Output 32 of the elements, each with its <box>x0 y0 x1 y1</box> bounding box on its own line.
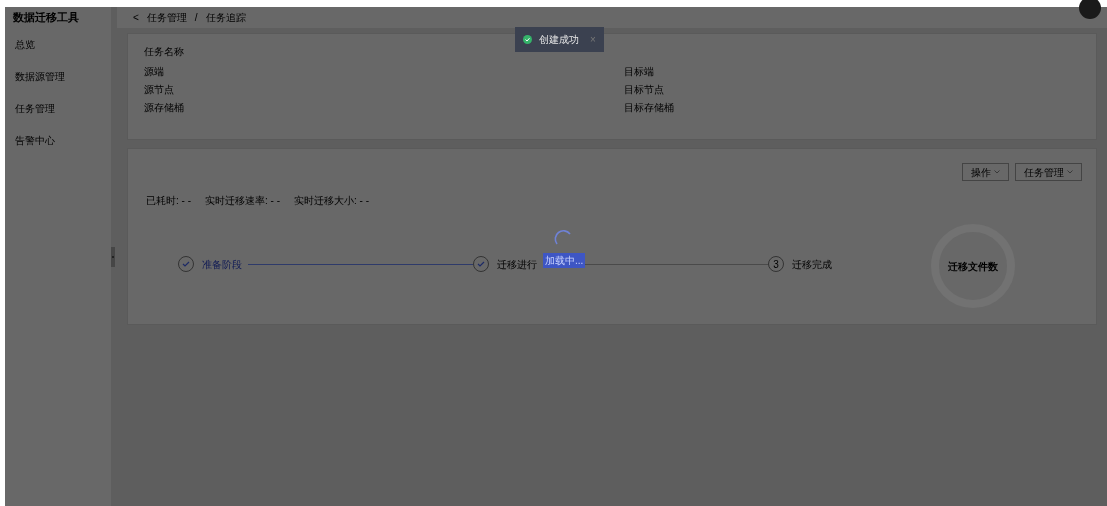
breadcrumb-separator: / <box>194 11 198 25</box>
toast-message: 创建成功 <box>539 33 579 47</box>
stat-text: 实时迁移速率: - - <box>205 194 280 208</box>
sidebar-item[interactable]: 任务管理 <box>5 92 111 124</box>
dropdown-button[interactable]: 操作 <box>962 163 1009 181</box>
field-label: 目标节点 <box>624 83 665 97</box>
field-label: 源节点 <box>144 83 175 97</box>
sidebar-item[interactable]: 数据源管理 <box>5 60 111 92</box>
stat-text: 实时迁移大小: - - <box>294 194 369 208</box>
step-label: 准备阶段 <box>202 257 242 272</box>
step-label: 迁移完成 <box>792 257 832 272</box>
field-label: 源端 <box>144 65 165 79</box>
dropdown-button[interactable]: 任务管理 <box>1015 163 1082 181</box>
donut-label: 迁移文件数 <box>948 259 998 274</box>
loading-text: 加载中... <box>543 253 586 268</box>
close-button[interactable]: × <box>590 32 596 47</box>
chevron-down-icon <box>1067 170 1073 174</box>
field-label: 任务名称 <box>144 45 185 59</box>
chevron-down-icon <box>994 170 1000 174</box>
step-label: 迁移进行 <box>497 257 537 272</box>
field-label: 源存储桶 <box>144 101 185 115</box>
field-label: 目标端 <box>624 65 655 79</box>
sidebar-item[interactable]: 总览 <box>5 28 111 60</box>
breadcrumb-item[interactable]: 任务管理 <box>146 10 187 25</box>
back-button[interactable]: < <box>133 10 139 25</box>
sidebar-item[interactable]: 告警中心 <box>5 124 111 156</box>
success-icon <box>523 35 532 44</box>
app-title: 数据迁移工具 <box>12 10 80 26</box>
stat-text: 已耗时: - - <box>146 194 191 208</box>
breadcrumb-item[interactable]: 任务追踪 <box>205 10 246 25</box>
field-label: 目标存储桶 <box>624 101 675 115</box>
user-avatar[interactable] <box>1079 0 1101 19</box>
